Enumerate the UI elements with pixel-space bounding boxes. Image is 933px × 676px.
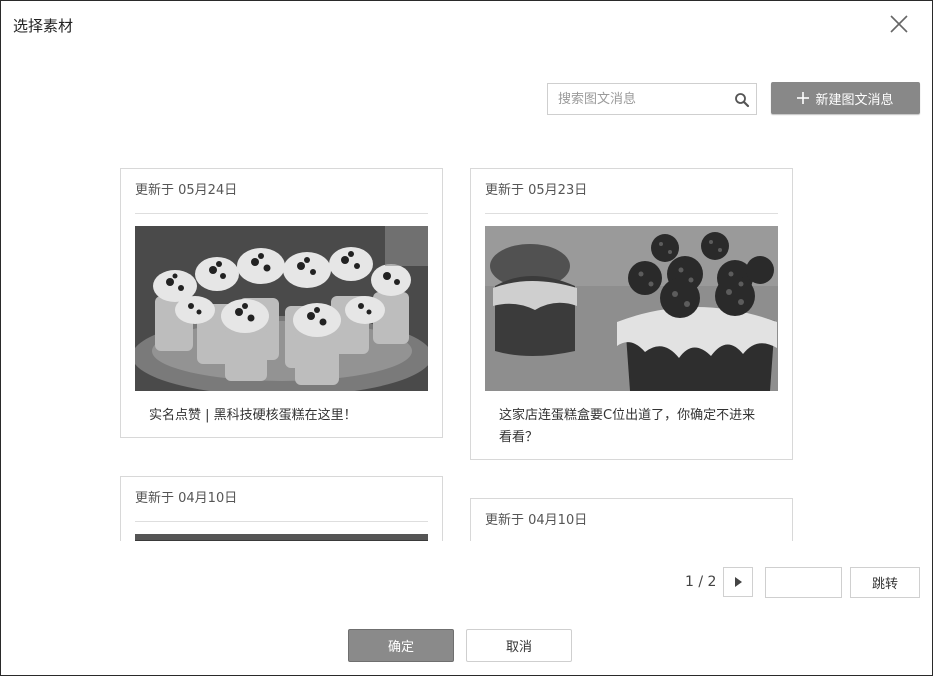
plus-icon: [797, 92, 810, 104]
search-field: [547, 83, 757, 115]
search-icon[interactable]: [734, 92, 750, 108]
confirm-button[interactable]: 确定: [348, 629, 454, 662]
cancel-button[interactable]: 取消: [466, 629, 572, 662]
card-date: 更新于 05月24日: [135, 169, 428, 214]
card-date: 更新于 04月10日: [485, 499, 778, 541]
page-number-input[interactable]: [765, 567, 842, 598]
dessert-photo: [135, 534, 428, 541]
card-date: 更新于 05月23日: [485, 169, 778, 214]
jump-button[interactable]: 跳转: [850, 567, 920, 598]
card-date: 更新于 04月10日: [135, 477, 428, 522]
article-card[interactable]: 更新于 05月24日 实名点赞 | 黑科技硬核蛋糕在这里！: [120, 168, 443, 438]
dialog-title: 选择素材: [13, 17, 74, 35]
new-article-button[interactable]: 新建图文消息: [771, 82, 920, 114]
triangle-right-icon: [735, 577, 742, 587]
article-card[interactable]: 更新于 05月23日 这家店连蛋糕盒要C位出道了，你确定不进来看看？: [470, 168, 793, 460]
oreo-dessert-cups-photo: [135, 226, 428, 391]
close-icon[interactable]: [888, 13, 910, 35]
card-title: 实名点赞 | 黑科技硬核蛋糕在这里！: [149, 408, 357, 423]
article-card[interactable]: 更新于 04月10日: [120, 476, 443, 541]
next-page-button[interactable]: [723, 567, 753, 597]
new-article-label: 新建图文消息: [815, 92, 894, 108]
article-card[interactable]: 更新于 04月10日: [470, 498, 793, 541]
page-indicator: 1 / 2: [685, 574, 717, 590]
article-grid: 更新于 05月24日 实名点赞 | 黑科技硬核蛋糕在这里！ 更新于 05月23日…: [1, 151, 932, 541]
card-title: 这家店连蛋糕盒要C位出道了，你确定不进来看看？: [499, 408, 756, 445]
raspberry-cupcakes-photo: [485, 226, 778, 391]
select-material-dialog: 选择素材 新建图文消息 更新于 05月24日: [0, 0, 933, 676]
search-input[interactable]: [548, 84, 738, 114]
